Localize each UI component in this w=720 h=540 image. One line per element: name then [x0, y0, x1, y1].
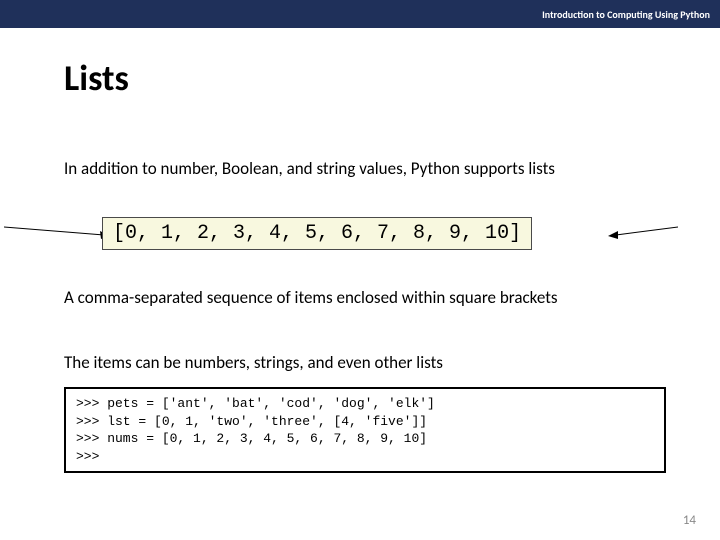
intro-text: In addition to number, Boolean, and stri… [64, 158, 666, 179]
page-title: Lists [64, 56, 129, 100]
header-bar: Introduction to Computing Using Python [0, 0, 720, 28]
code-example: >>> pets = ['ant', 'bat', 'cod', 'dog', … [64, 387, 666, 473]
description-text-2: The items can be numbers, strings, and e… [64, 352, 666, 373]
list-diagram: [0, 1, 2, 3, 4, 5, 6, 7, 8, 9, 10] [64, 203, 666, 267]
body: In addition to number, Boolean, and stri… [64, 158, 666, 473]
arrow-right-icon [608, 225, 678, 241]
slide: Introduction to Computing Using Python L… [0, 0, 720, 540]
list-example-box: [0, 1, 2, 3, 4, 5, 6, 7, 8, 9, 10] [102, 217, 532, 250]
page-number: 14 [683, 513, 696, 528]
header-text: Introduction to Computing Using Python [542, 8, 710, 21]
description-text: A comma-separated sequence of items encl… [64, 287, 666, 308]
arrow-left-icon [4, 225, 110, 241]
